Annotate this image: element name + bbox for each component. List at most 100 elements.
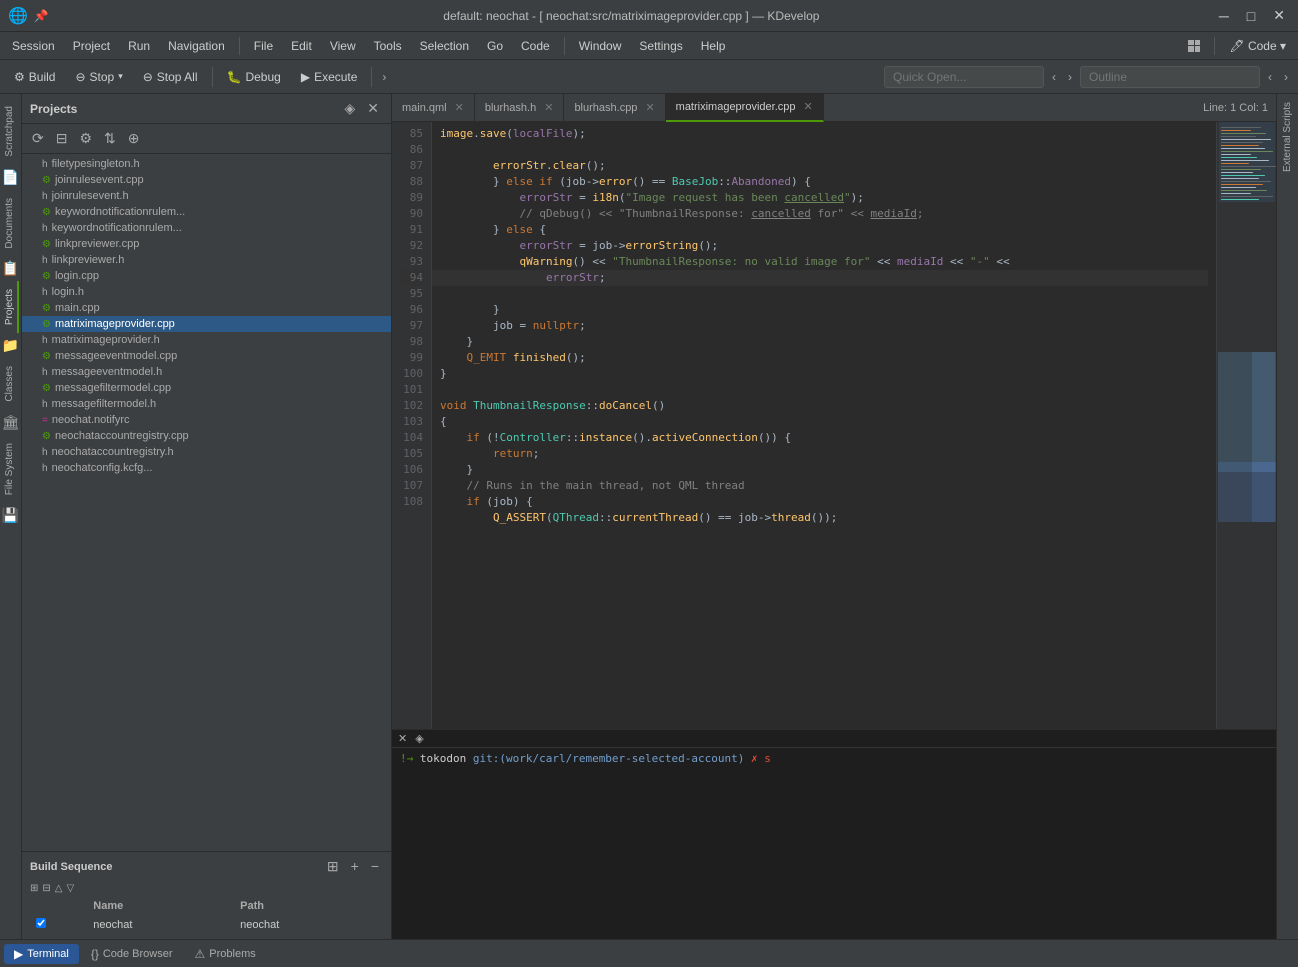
outline-prev-icon[interactable]: ‹ [1264, 68, 1276, 86]
list-item[interactable]: ⚙ neochataccountregistry.cpp [22, 428, 391, 444]
tab-matriximageprovider[interactable]: matriximageprovider.cpp ✕ [666, 94, 824, 122]
quick-open-input[interactable] [884, 66, 1044, 88]
maximize-button[interactable]: □ [1242, 6, 1260, 26]
list-item[interactable]: h filetypesingleton.h [22, 156, 391, 172]
tab-blurhash-h[interactable]: blurhash.h ✕ [475, 94, 565, 122]
file-panel-controls: ◈ ✕ [340, 98, 383, 119]
menu-project[interactable]: Project [65, 36, 118, 56]
collapse-all-icon[interactable]: ⊟ [42, 883, 50, 894]
code-content[interactable]: image.save(localFile); errorStr.clear();… [432, 122, 1216, 729]
table-row[interactable]: neochat neochat [32, 916, 381, 933]
stop-all-button[interactable]: ⊖ Stop All [135, 67, 206, 87]
move-down-icon[interactable]: ▽ [66, 883, 74, 894]
code-editor[interactable]: 85868788 89909192 9394 95969798 99100101… [392, 122, 1276, 729]
menu-code-dropdown[interactable]: 🖊 Code ▾ [1221, 36, 1294, 56]
file-filter-btn[interactable]: ⊕ [124, 128, 144, 149]
debug-button[interactable]: 🐛 Debug [219, 67, 289, 87]
list-item[interactable]: ⚙ matriximageprovider.cpp [22, 316, 391, 332]
file-settings-btn[interactable]: ⚙ [75, 128, 96, 149]
file-sync-btn[interactable]: ⟳ [28, 128, 48, 149]
outline-input[interactable] [1080, 66, 1260, 88]
file-sort-btn[interactable]: ⇅ [100, 128, 120, 149]
toolbar-more-icon[interactable]: › [378, 68, 390, 86]
tab-close-icon[interactable]: ✕ [804, 100, 813, 113]
toolbar-sep-1 [212, 67, 213, 87]
menu-view[interactable]: View [322, 36, 364, 56]
col-check [32, 898, 87, 914]
sidebar-tab-classes[interactable]: Classes [2, 358, 19, 410]
status-tab-code-browser[interactable]: {} Code Browser [81, 944, 183, 964]
sidebar-tab-documents[interactable]: Documents [2, 190, 19, 257]
menu-run[interactable]: Run [120, 36, 158, 56]
minimize-button[interactable]: ─ [1214, 6, 1234, 26]
list-item[interactable]: h neochatconfig.kcfg... [22, 460, 391, 476]
list-item[interactable]: h messagefiltermodel.h [22, 396, 391, 412]
outline-next-icon[interactable]: › [1280, 68, 1292, 86]
list-item[interactable]: ⚙ joinrulesevent.cpp [22, 172, 391, 188]
build-seq-collapse-up-btn[interactable]: ⊞ [323, 856, 343, 877]
line-numbers: 85868788 89909192 9394 95969798 99100101… [392, 122, 432, 729]
build-checkbox[interactable] [36, 918, 46, 928]
file-panel-close-btn[interactable]: ✕ [363, 98, 383, 119]
file-panel-pin-btn[interactable]: ◈ [340, 98, 359, 119]
menu-code[interactable]: Code [513, 36, 558, 56]
menu-edit[interactable]: Edit [283, 36, 320, 56]
menu-settings[interactable]: Settings [631, 36, 690, 56]
status-tab-problems[interactable]: ⚠ Problems [185, 944, 266, 964]
stop-button[interactable]: ⊖ Stop ▾ [67, 67, 130, 87]
tab-blurhash-cpp[interactable]: blurhash.cpp ✕ [564, 94, 665, 122]
list-item[interactable]: ⚙ login.cpp [22, 268, 391, 284]
execute-icon: ▶ [301, 70, 310, 84]
status-tab-terminal[interactable]: ▶ Terminal [4, 944, 79, 964]
file-panel: Projects ◈ ✕ ⟳ ⊟ ⚙ ⇅ ⊕ h filetypesinglet… [22, 94, 392, 939]
tab-close-icon[interactable]: ✕ [544, 101, 553, 114]
tab-close-icon[interactable]: ✕ [455, 101, 464, 114]
terminal-content[interactable]: !→ tokodon git:(work/carl/remember-selec… [392, 748, 1276, 939]
list-item[interactable]: h joinrulesevent.h [22, 188, 391, 204]
expand-all-icon[interactable]: ⊞ [30, 883, 38, 894]
problems-icon: ⚠ [195, 947, 206, 961]
close-button[interactable]: ✕ [1268, 5, 1290, 26]
list-item[interactable]: ⚙ linkpreviewer.cpp [22, 236, 391, 252]
menu-navigation[interactable]: Navigation [160, 36, 233, 56]
build-button[interactable]: ⚙ Build [6, 67, 63, 87]
menu-file[interactable]: File [246, 36, 281, 56]
menu-tools[interactable]: Tools [366, 36, 410, 56]
file-collapse-btn[interactable]: ⊟ [52, 128, 72, 149]
list-item[interactable]: ⚙ keywordnotificationrulem... [22, 204, 391, 220]
file-name: keywordnotificationrulem... [52, 222, 182, 234]
list-item[interactable]: h messageeventmodel.h [22, 364, 391, 380]
menu-go[interactable]: Go [479, 36, 511, 56]
quick-open-next-icon[interactable]: › [1064, 68, 1076, 86]
list-item[interactable]: h neochataccountregistry.h [22, 444, 391, 460]
terminal-close-icon[interactable]: ✕ [398, 732, 407, 745]
list-item[interactable]: h matriximageprovider.h [22, 332, 391, 348]
list-item[interactable]: ⚙ main.cpp [22, 300, 391, 316]
sidebar-tab-filesystem[interactable]: File System [2, 435, 19, 503]
terminal-expand-icon[interactable]: ◈ [415, 732, 423, 745]
file-name: neochataccountregistry.cpp [55, 430, 189, 442]
tab-close-icon[interactable]: ✕ [645, 101, 654, 114]
execute-button[interactable]: ▶ Execute [293, 67, 366, 87]
sidebar-tab-external-scripts[interactable]: External Scripts [1278, 94, 1297, 180]
list-item[interactable]: h linkpreviewer.h [22, 252, 391, 268]
menubar: Session Project Run Navigation File Edit… [0, 32, 1298, 60]
list-item[interactable]: ⚙ messagefiltermodel.cpp [22, 380, 391, 396]
list-item[interactable]: h keywordnotificationrulem... [22, 220, 391, 236]
build-seq-add-btn[interactable]: + [347, 856, 363, 877]
list-item[interactable]: ⚙ messageeventmodel.cpp [22, 348, 391, 364]
tab-main-qml[interactable]: main.qml ✕ [392, 94, 475, 122]
menu-help[interactable]: Help [693, 36, 734, 56]
status-tab-label: Problems [209, 948, 255, 960]
menu-window[interactable]: Window [571, 36, 630, 56]
move-up-icon[interactable]: △ [55, 883, 63, 894]
quick-open-prev-icon[interactable]: ‹ [1048, 68, 1060, 86]
file-type-icon: ⚙ [42, 271, 51, 282]
build-seq-remove-btn[interactable]: − [367, 856, 383, 877]
sidebar-tab-projects[interactable]: Projects [2, 281, 19, 333]
menu-session[interactable]: Session [4, 36, 63, 56]
menu-selection[interactable]: Selection [412, 36, 477, 56]
list-item[interactable]: = neochat.notifyrc [22, 412, 391, 428]
list-item[interactable]: h login.h [22, 284, 391, 300]
sidebar-tab-scratchpad[interactable]: Scratchpad [2, 98, 19, 165]
